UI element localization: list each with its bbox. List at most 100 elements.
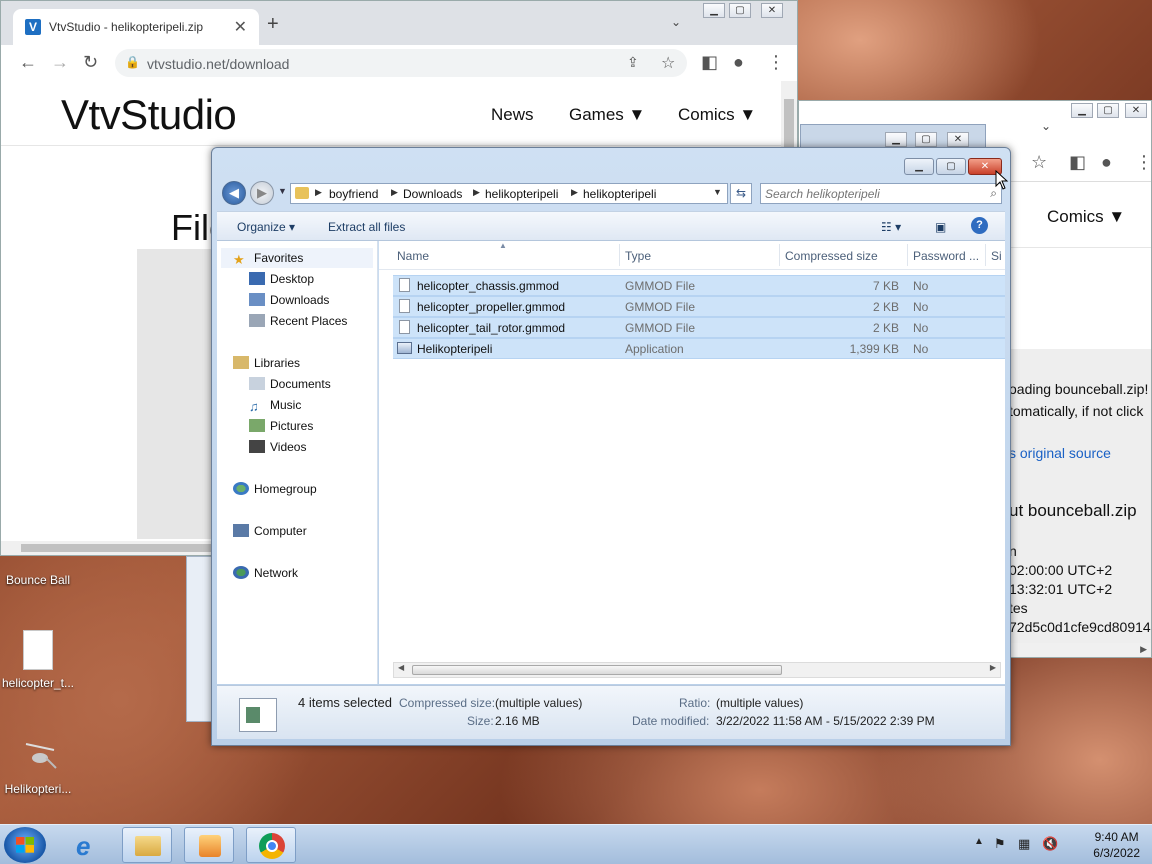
system-clock[interactable]: 9:40 AM 6/3/2022 bbox=[1093, 829, 1140, 861]
preview-pane-icon[interactable]: ▣ bbox=[935, 220, 946, 234]
tab-dropdown-icon[interactable]: ⌄ bbox=[671, 15, 681, 29]
new-tab-icon[interactable]: + bbox=[267, 13, 279, 36]
maximize-button[interactable]: ▢ bbox=[1097, 103, 1119, 118]
close-button[interactable]: ✕ bbox=[1125, 103, 1147, 118]
nav-music[interactable]: ♫ Music bbox=[249, 398, 301, 414]
column-size[interactable]: Si bbox=[991, 249, 1002, 263]
explorer-window[interactable]: ▁ ▢ ✕ ◀ ▶ ▼ ▶ boyfriend ▶ Downloads ▶ he… bbox=[211, 147, 1011, 746]
table-row[interactable]: helicopter_propeller.gmmod GMMOD File 2 … bbox=[393, 296, 1005, 317]
back-arrow-icon[interactable]: ← bbox=[19, 52, 37, 73]
search-box[interactable]: ⌕ bbox=[760, 183, 1002, 204]
nav-news[interactable]: News bbox=[491, 105, 534, 125]
close-button[interactable]: ✕ bbox=[947, 132, 969, 147]
original-source-link[interactable]: s original source bbox=[1009, 445, 1111, 461]
action-center-flag-icon[interactable]: ⚑ bbox=[994, 836, 1006, 852]
column-divider[interactable] bbox=[907, 244, 908, 266]
nav-comics[interactable]: Comics ▼ bbox=[1047, 207, 1125, 227]
nav-network[interactable]: Network bbox=[233, 566, 298, 580]
search-input[interactable] bbox=[765, 186, 975, 201]
nav-favorites[interactable]: ★ Favorites bbox=[233, 251, 303, 267]
menu-icon[interactable]: ⋮ bbox=[767, 52, 785, 73]
scroll-thumb[interactable] bbox=[412, 665, 782, 675]
taskbar-media-player[interactable] bbox=[184, 827, 234, 863]
close-button[interactable]: ✕ bbox=[761, 3, 783, 18]
chevron-right-icon[interactable]: ▶ bbox=[391, 187, 398, 198]
back-button[interactable]: ◀ bbox=[222, 181, 246, 205]
help-icon[interactable]: ? bbox=[971, 217, 988, 234]
horizontal-scrollbar[interactable]: ◀ ▶ bbox=[393, 662, 1001, 678]
address-bar[interactable]: 🔒 vtvstudio.net/download ⇪ ☆ bbox=[115, 49, 687, 77]
breadcrumb-downloads[interactable]: Downloads bbox=[403, 187, 462, 201]
tab-close-icon[interactable]: ✕ bbox=[234, 17, 247, 37]
recent-pages-icon[interactable]: ▼ bbox=[278, 186, 287, 196]
organize-button[interactable]: Organize ▾ bbox=[237, 220, 295, 234]
address-bar[interactable]: ▶ boyfriend ▶ Downloads ▶ helikopteripel… bbox=[290, 183, 728, 204]
star-icon[interactable]: ☆ bbox=[661, 53, 675, 73]
breadcrumb-current[interactable]: helikopteripeli bbox=[583, 187, 656, 201]
share-icon[interactable]: ⇪ bbox=[627, 54, 639, 71]
column-divider[interactable] bbox=[619, 244, 620, 266]
nav-pictures[interactable]: Pictures bbox=[249, 419, 313, 433]
chevron-right-icon[interactable]: ▶ bbox=[473, 187, 480, 198]
menu-icon[interactable]: ⋮ bbox=[1135, 152, 1151, 173]
chevron-down-icon[interactable]: ▼ bbox=[713, 187, 722, 197]
minimize-button[interactable]: ▁ bbox=[885, 132, 907, 147]
chevron-right-icon[interactable]: ▶ bbox=[315, 187, 322, 198]
table-row[interactable]: Helikopteripeli Application 1,399 KB No bbox=[393, 338, 1005, 359]
column-password[interactable]: Password ... bbox=[913, 249, 979, 263]
scroll-left-arrow-icon[interactable]: ◀ bbox=[398, 663, 404, 672]
maximize-button[interactable]: ▢ bbox=[915, 132, 937, 147]
profile-icon[interactable]: ● bbox=[1101, 152, 1112, 173]
star-icon[interactable]: ☆ bbox=[1031, 152, 1047, 173]
desktop-icon-helicopter-file[interactable]: helicopter_t... bbox=[0, 630, 76, 690]
nav-games[interactable]: Games ▼ bbox=[569, 105, 645, 125]
profile-icon[interactable]: ● bbox=[733, 52, 744, 73]
nav-computer[interactable]: Computer bbox=[233, 524, 307, 538]
refresh-button[interactable]: ⇆ bbox=[730, 183, 752, 204]
column-name[interactable]: Name bbox=[397, 249, 429, 263]
browser-tab[interactable]: V VtvStudio - helikopteripeli.zip ✕ bbox=[13, 9, 259, 45]
nav-desktop[interactable]: Desktop bbox=[249, 272, 314, 286]
network-icon[interactable]: ▦ bbox=[1018, 836, 1030, 852]
column-type[interactable]: Type bbox=[625, 249, 651, 263]
table-row[interactable]: helicopter_tail_rotor.gmmod GMMOD File 2… bbox=[393, 317, 1005, 338]
maximize-button[interactable]: ▢ bbox=[936, 158, 966, 175]
nav-comics[interactable]: Comics ▼ bbox=[678, 105, 756, 125]
site-logo[interactable]: VtvStudio bbox=[61, 91, 237, 139]
nav-downloads[interactable]: Downloads bbox=[249, 293, 329, 307]
side-panel-icon[interactable]: ◧ bbox=[1069, 152, 1086, 173]
nav-videos[interactable]: Videos bbox=[249, 440, 306, 454]
minimize-button[interactable]: ▁ bbox=[904, 158, 934, 175]
view-options-icon[interactable]: ☷ ▾ bbox=[881, 220, 901, 234]
side-panel-icon[interactable]: ◧ bbox=[701, 52, 718, 73]
scroll-right-arrow-icon[interactable]: ▶ bbox=[990, 663, 996, 672]
forward-button[interactable]: ▶ bbox=[250, 181, 274, 205]
scroll-right-arrow-icon[interactable]: ▶ bbox=[1140, 644, 1147, 655]
chevron-right-icon[interactable]: ▶ bbox=[571, 187, 578, 198]
reload-icon[interactable]: ↻ bbox=[83, 52, 98, 73]
column-divider[interactable] bbox=[779, 244, 780, 266]
nav-recent-places[interactable]: Recent Places bbox=[249, 314, 347, 328]
forward-arrow-icon[interactable]: → bbox=[51, 52, 69, 73]
start-button[interactable] bbox=[4, 827, 46, 863]
show-hidden-icons[interactable]: ▲ bbox=[974, 836, 984, 847]
tab-dropdown-icon[interactable]: ⌄ bbox=[1041, 119, 1051, 133]
column-divider[interactable] bbox=[985, 244, 986, 266]
breadcrumb-helikopteripeli[interactable]: helikopteripeli bbox=[485, 187, 558, 201]
maximize-button[interactable]: ▢ bbox=[729, 3, 751, 18]
taskbar-explorer[interactable] bbox=[122, 827, 172, 863]
taskbar-internet-explorer[interactable]: e bbox=[64, 827, 114, 863]
extract-all-button[interactable]: Extract all files bbox=[328, 220, 405, 234]
minimize-button[interactable]: ▁ bbox=[703, 3, 725, 18]
minimize-button[interactable]: ▁ bbox=[1071, 103, 1093, 118]
taskbar-chrome[interactable] bbox=[246, 827, 296, 863]
volume-muted-icon[interactable]: 🔇 bbox=[1042, 836, 1058, 852]
desktop-icon-helikopteripeli[interactable]: Helikopteri... bbox=[0, 736, 76, 796]
breadcrumb-boyfriend[interactable]: boyfriend bbox=[329, 187, 378, 201]
nav-homegroup[interactable]: Homegroup bbox=[233, 482, 317, 496]
column-compressed-size[interactable]: Compressed size bbox=[785, 249, 878, 263]
table-row[interactable]: helicopter_chassis.gmmod GMMOD File 7 KB… bbox=[393, 275, 1005, 296]
nav-libraries[interactable]: Libraries bbox=[233, 356, 300, 370]
nav-documents[interactable]: Documents bbox=[249, 377, 331, 391]
desktop-icon-bounce-ball[interactable]: Bounce Ball bbox=[0, 556, 76, 587]
